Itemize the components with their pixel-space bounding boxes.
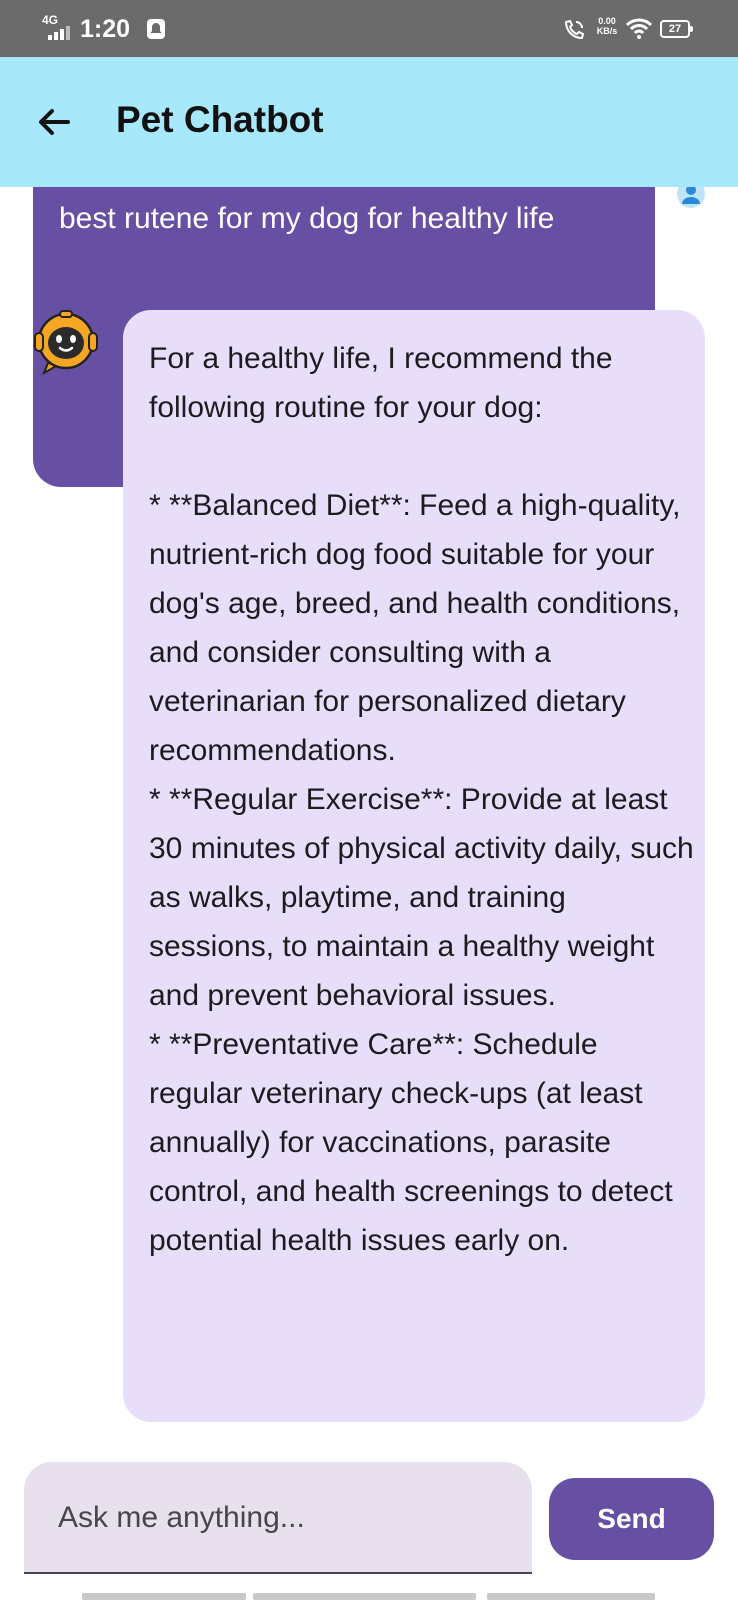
page-title: Pet Chatbot [116, 99, 324, 140]
wifi-calling-icon [564, 19, 585, 40]
speed-unit: KB/s [596, 26, 618, 36]
back-arrow-icon[interactable] [30, 97, 80, 147]
nav-hint-left [82, 1593, 246, 1600]
send-button[interactable]: Send [549, 1478, 714, 1560]
network-speed: 0.00 KB/s [590, 16, 624, 36]
user-avatar-icon [677, 187, 705, 208]
app-bar: Pet Chatbot [0, 57, 738, 187]
status-bar: 4G 1:20 0.00 KB/s 27 [0, 0, 738, 57]
nav-hint-center [253, 1593, 476, 1600]
bot-avatar-icon [34, 310, 98, 375]
nav-hint-right [487, 1593, 655, 1600]
chat-list[interactable]: best rutene for my dog for healthy life … [0, 187, 738, 1440]
bot-message-text: For a healthy life, I recommend the foll… [149, 342, 694, 1257]
status-time: 1:20 [80, 15, 131, 43]
message-input-placeholder: Ask me anything... [58, 1501, 305, 1534]
bot-message-bubble: For a healthy life, I recommend the foll… [123, 310, 705, 1422]
network-type: 4G [42, 13, 59, 27]
battery-indicator: 27 [660, 20, 693, 38]
signal-icon [48, 26, 70, 40]
notification-icon [147, 19, 165, 39]
message-input[interactable]: Ask me anything... [24, 1462, 532, 1574]
user-message-text: best rutene for my dog for healthy life [59, 202, 555, 235]
speed-value: 0.00 [598, 16, 616, 26]
wifi-icon [626, 18, 652, 39]
